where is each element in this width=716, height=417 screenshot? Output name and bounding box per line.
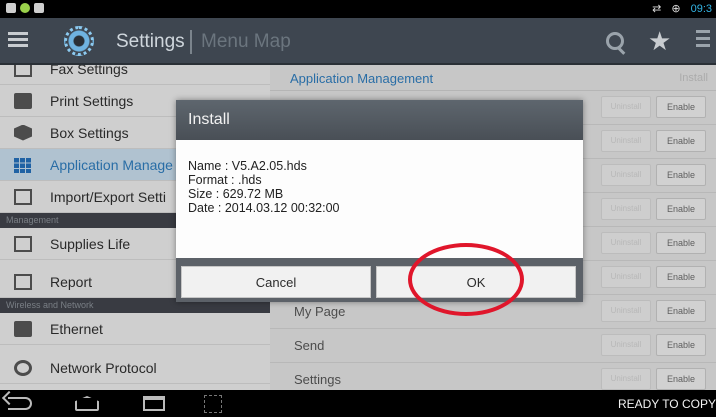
supplies-icon bbox=[14, 235, 32, 252]
enable-button[interactable]: Enable bbox=[656, 164, 706, 186]
file-name: Name : V5.A2.05.hds bbox=[188, 159, 307, 173]
uninstall-button[interactable]: Uninstall bbox=[601, 164, 651, 186]
fax-icon bbox=[14, 65, 32, 77]
usb-icon: ⇄ bbox=[652, 3, 662, 15]
sidebar-item-label: Application Manage bbox=[50, 156, 173, 173]
system-icons: ⇄ ⊕ 09:3 bbox=[652, 2, 712, 16]
app-title: Settings bbox=[116, 31, 185, 52]
uninstall-button[interactable]: Uninstall bbox=[601, 232, 651, 254]
apps-grid-icon bbox=[14, 156, 32, 173]
enable-button[interactable]: Enable bbox=[656, 232, 706, 254]
network-protocol-icon bbox=[14, 359, 32, 376]
enable-button[interactable]: Enable bbox=[656, 198, 706, 220]
sidebar-item-label: Print Settings bbox=[50, 92, 134, 109]
dialog-body: Name : V5.A2.05.hds Format : .hds Size :… bbox=[188, 159, 340, 215]
file-date: Date : 2014.03.12 00:32:00 bbox=[188, 201, 340, 215]
file-size: Size : 629.72 MB bbox=[188, 187, 284, 201]
title-divider bbox=[190, 30, 192, 54]
status-bar: ⇄ ⊕ 09:3 bbox=[0, 0, 716, 18]
sidebar-item-label: Ethernet bbox=[50, 320, 103, 337]
search-icon[interactable] bbox=[606, 32, 624, 50]
cancel-button[interactable]: Cancel bbox=[181, 266, 371, 298]
uninstall-button[interactable]: Uninstall bbox=[601, 96, 651, 118]
device-status: READY TO COPY bbox=[617, 397, 716, 411]
uninstall-button[interactable]: Uninstall bbox=[601, 334, 651, 356]
menu-icon[interactable] bbox=[6, 29, 30, 53]
home-icon[interactable] bbox=[75, 396, 99, 411]
uninstall-button[interactable]: Uninstall bbox=[601, 130, 651, 152]
clock: 09:3 bbox=[690, 2, 712, 15]
app-name: My Page bbox=[294, 304, 346, 319]
install-dialog: Install Name : V5.A2.05.hds Format : .hd… bbox=[176, 100, 583, 302]
sidebar-item-label: Fax Settings bbox=[50, 65, 128, 77]
app-name: Send bbox=[294, 338, 325, 353]
file-format: Format : .hds bbox=[188, 173, 262, 187]
star-icon[interactable]: ★ bbox=[648, 26, 671, 56]
enable-button[interactable]: Enable bbox=[656, 130, 706, 152]
dialog-title: Install bbox=[176, 100, 583, 140]
list-header: Application Management Install bbox=[270, 65, 716, 91]
sidebar-item-network-protocol[interactable]: Network Protocol bbox=[0, 352, 270, 384]
network-icon: ⊕ bbox=[671, 3, 681, 15]
box-icon bbox=[14, 124, 32, 141]
import-export-icon bbox=[14, 188, 32, 205]
screenshot-icon bbox=[6, 3, 16, 13]
list-title: Application Management bbox=[290, 71, 434, 86]
navigation-bar: READY TO COPY bbox=[0, 390, 716, 417]
overflow-menu-icon[interactable] bbox=[696, 30, 710, 52]
printer-icon bbox=[14, 92, 32, 109]
sidebar-item-label: Supplies Life bbox=[50, 235, 131, 252]
list-item: Send Uninstall Enable bbox=[270, 329, 716, 363]
menu-map-link[interactable]: Menu Map bbox=[201, 31, 291, 53]
uninstall-button[interactable]: Uninstall bbox=[601, 368, 651, 390]
notification-icons bbox=[6, 3, 44, 13]
app-name: Settings bbox=[294, 372, 341, 387]
sidebar-item-label: Box Settings bbox=[50, 124, 129, 141]
uninstall-button[interactable]: Uninstall bbox=[601, 266, 651, 288]
sidebar-item-label: Import/Export Setti bbox=[50, 188, 166, 205]
app-bar: Settings Menu Map ★ bbox=[0, 18, 716, 65]
uninstall-button[interactable]: Uninstall bbox=[601, 300, 651, 322]
uninstall-button[interactable]: Uninstall bbox=[601, 198, 651, 220]
enable-button[interactable]: Enable bbox=[656, 266, 706, 288]
report-icon bbox=[14, 273, 32, 290]
sidebar-item-ethernet[interactable]: Ethernet bbox=[0, 313, 270, 345]
ok-button[interactable]: OK bbox=[376, 266, 576, 298]
back-icon[interactable] bbox=[8, 397, 32, 410]
sidebar-item-label: Report bbox=[50, 273, 93, 290]
enable-button[interactable]: Enable bbox=[656, 334, 706, 356]
sidebar-item-fax-settings[interactable]: Fax Settings bbox=[0, 65, 270, 85]
sidebar-item-label: Network Protocol bbox=[50, 359, 157, 376]
storage-icon bbox=[34, 3, 44, 13]
enable-button[interactable]: Enable bbox=[656, 96, 706, 118]
android-icon bbox=[20, 3, 30, 13]
install-button[interactable]: Install bbox=[679, 72, 708, 84]
settings-gear-icon bbox=[64, 26, 94, 56]
ethernet-icon bbox=[14, 320, 32, 337]
enable-button[interactable]: Enable bbox=[656, 368, 706, 390]
screen-capture-icon[interactable] bbox=[204, 395, 222, 413]
list-item: Settings Uninstall Enable bbox=[270, 363, 716, 390]
enable-button[interactable]: Enable bbox=[656, 300, 706, 322]
recent-apps-icon[interactable] bbox=[143, 396, 165, 411]
